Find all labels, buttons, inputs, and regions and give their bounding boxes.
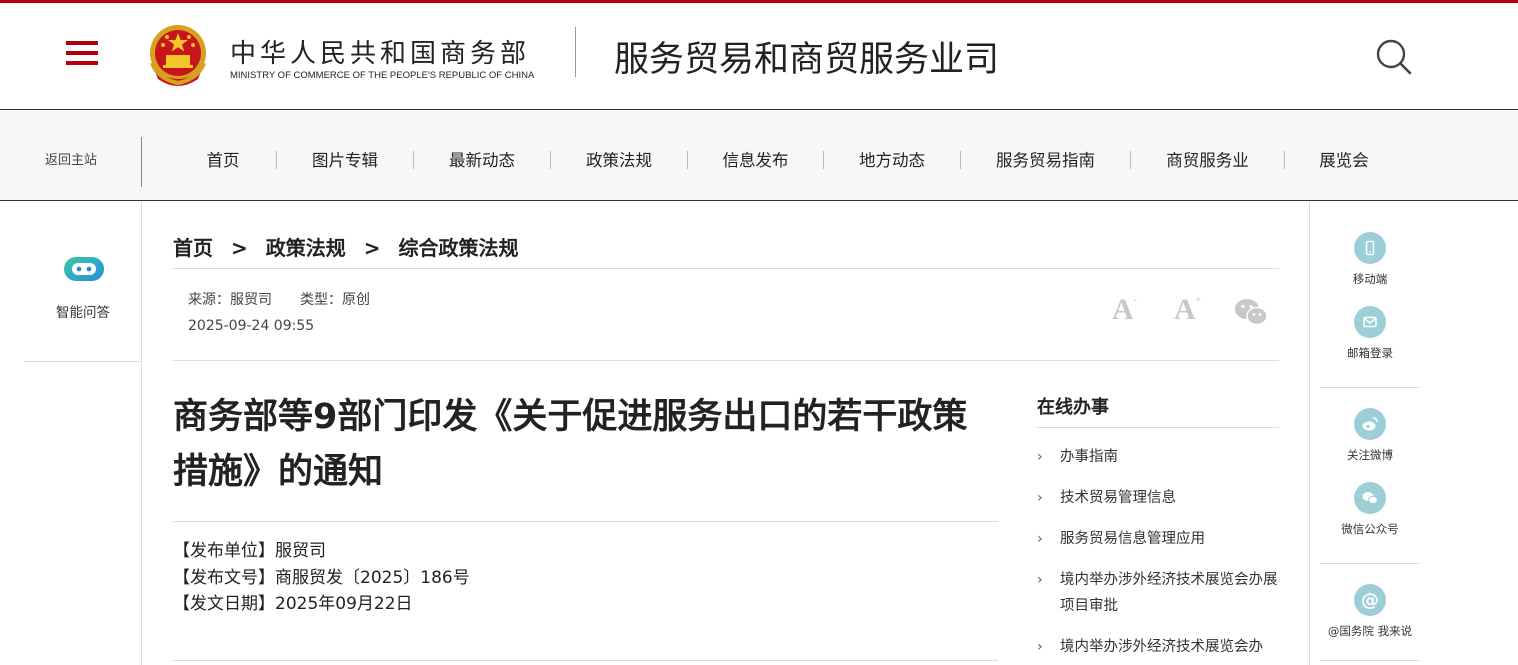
nav-item-info-release[interactable]: 信息发布: [688, 147, 823, 171]
back-home-link[interactable]: 返回主站: [0, 111, 142, 201]
chevron-right-icon: ›: [1037, 449, 1043, 465]
nav-item-home[interactable]: 首页: [170, 147, 276, 171]
service-item[interactable]: › 境内举办涉外经济技术展览会办: [1037, 634, 1279, 660]
wechat-share-icon[interactable]: [1234, 297, 1268, 327]
meta-divider: [173, 360, 1279, 361]
article-type: 类型：原创: [300, 292, 370, 308]
breadcrumb-separator: >: [231, 236, 248, 260]
font-increase-button[interactable]: A+: [1174, 293, 1201, 327]
nav-item-exhibitions[interactable]: 展览会: [1285, 147, 1403, 171]
weibo-icon: [1362, 417, 1378, 431]
info-divider: [173, 660, 998, 661]
breadcrumb-general-policies[interactable]: 综合政策法规: [399, 236, 519, 260]
hamburger-menu-icon[interactable]: [66, 41, 98, 67]
national-emblem[interactable]: [148, 23, 208, 89]
article-meta: 来源：服贸司 类型：原创: [188, 289, 370, 309]
department-title: 服务贸易和商贸服务业司: [614, 40, 1000, 80]
online-services-list: › 办事指南 › 技术贸易管理信息 › 服务贸易信息管理应用 › 境内举办涉外经济技术展…: [1037, 444, 1279, 660]
left-sidebar: 智能问答: [0, 202, 142, 665]
nav-items: 首页 图片专辑 最新动态 政策法规 信息发布 地方动态 服务贸易指南 商贸服务业…: [170, 147, 1403, 171]
nav-item-local-news[interactable]: 地方动态: [824, 147, 960, 171]
weibo-link[interactable]: 关注微博: [1310, 408, 1430, 463]
main-nav: 返回主站 首页 图片专辑 最新动态 政策法规 信息发布 地方动态 服务贸易指南 …: [0, 111, 1518, 201]
nav-item-latest-news[interactable]: 最新动态: [414, 147, 550, 171]
service-item[interactable]: › 服务贸易信息管理应用: [1037, 526, 1279, 552]
right-sidebar: 移动端 邮箱登录 关注微博 微信公众号 @ @国务院 我来说: [1309, 202, 1518, 665]
article-title: 商务部等9部门印发《关于促进服务出口的若干政策措施》的通知: [173, 397, 968, 492]
online-services-divider: [1037, 427, 1279, 428]
ministry-name-cn: 中华人民共和国商务部: [230, 39, 531, 69]
breadcrumb-separator: >: [363, 236, 381, 260]
document-number: 【发布文号】商服贸发〔2025〕186号: [173, 567, 470, 588]
service-item[interactable]: › 境内举办涉外经济技术展览会办展项目审批: [1037, 567, 1279, 619]
at-icon: @: [1361, 589, 1379, 611]
mail-login-link[interactable]: 邮箱登录: [1310, 306, 1430, 361]
article-source: 来源：服贸司: [188, 292, 272, 308]
nav-item-commerce-services[interactable]: 商贸服务业: [1131, 147, 1284, 171]
title-divider: [173, 521, 998, 522]
nav-item-trade-guide[interactable]: 服务贸易指南: [961, 147, 1130, 171]
ministry-name-en: MINISTRY OF COMMERCE OF THE PEOPLE'S REP…: [230, 70, 535, 81]
robot-chat-icon: [64, 257, 104, 281]
service-item[interactable]: › 技术贸易管理信息: [1037, 485, 1279, 511]
document-info: 【发布单位】服贸司 【发布文号】商服贸发〔2025〕186号 【发文日期】202…: [173, 538, 470, 618]
chevron-right-icon: ›: [1037, 639, 1043, 655]
nav-item-policies[interactable]: 政策法规: [551, 147, 687, 171]
breadcrumb-policies[interactable]: 政策法规: [266, 236, 346, 260]
chevron-right-icon: ›: [1037, 490, 1043, 506]
service-item[interactable]: › 办事指南: [1037, 444, 1279, 470]
breadcrumb-home[interactable]: 首页: [173, 236, 213, 260]
article-datetime: 2025-09-24 09:55: [188, 318, 315, 334]
header-divider: [575, 27, 576, 77]
publisher: 【发布单位】服贸司: [173, 541, 326, 561]
nav-divider: [141, 137, 142, 187]
mail-icon: [1363, 316, 1377, 328]
breadcrumb: 首页 > 政策法规 > 综合政策法规: [173, 232, 519, 261]
font-decrease-button[interactable]: A-: [1112, 293, 1137, 327]
site-header: 中华人民共和国商务部 MINISTRY OF COMMERCE OF THE P…: [0, 3, 1518, 110]
smart-qa-label: 智能问答: [56, 305, 110, 321]
issue-date: 【发文日期】2025年09月22日: [173, 594, 413, 614]
search-icon[interactable]: [1374, 37, 1414, 77]
mobile-icon: [1365, 240, 1375, 256]
breadcrumb-divider: [173, 268, 1279, 269]
wechat-icon: [1362, 492, 1378, 505]
chevron-right-icon: ›: [1037, 531, 1043, 547]
mobile-link[interactable]: 移动端: [1310, 232, 1430, 287]
chevron-right-icon: ›: [1037, 572, 1043, 588]
smart-qa-button[interactable]: 智能问答: [24, 202, 142, 362]
wechat-account-link[interactable]: 微信公众号: [1310, 482, 1430, 537]
online-services-title: 在线办事: [1037, 397, 1109, 418]
state-council-feedback-link[interactable]: @ @国务院 我来说: [1310, 584, 1430, 639]
nav-item-photo-album[interactable]: 图片专辑: [277, 147, 413, 171]
